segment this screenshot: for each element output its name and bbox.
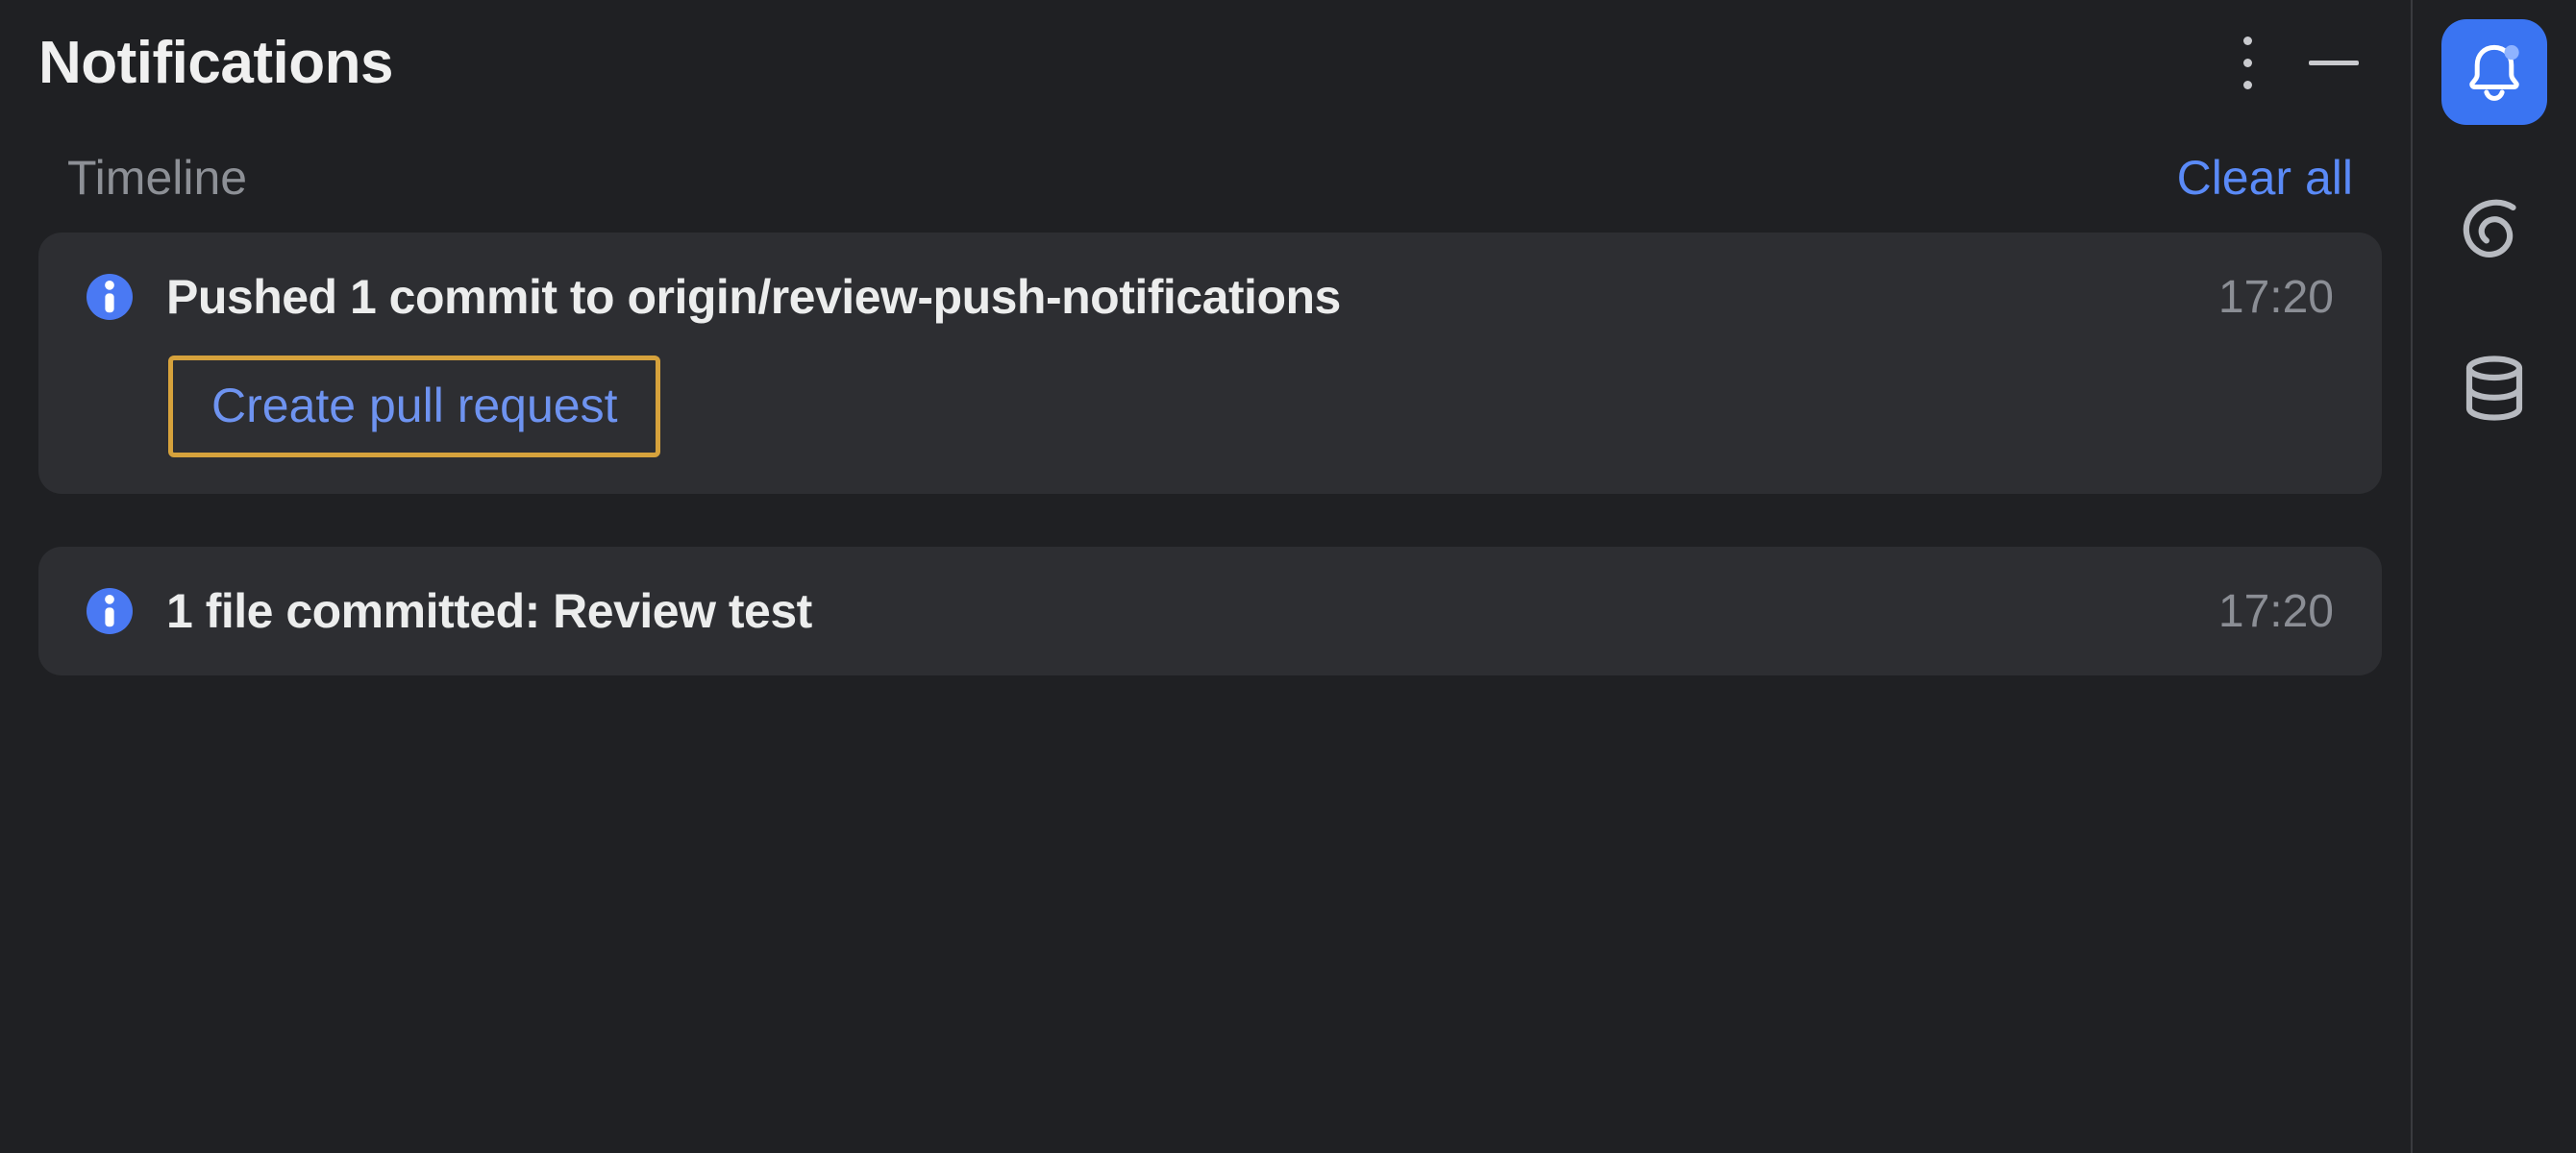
notification-row: 1 file committed: Review test 17:20 xyxy=(87,583,2334,639)
notification-title: Pushed 1 commit to origin/review-push-no… xyxy=(166,269,2185,325)
notification-action-wrap: Create pull request xyxy=(168,356,2334,457)
info-icon xyxy=(87,588,133,634)
panel-title: Notifications xyxy=(38,29,393,97)
right-sidebar xyxy=(2413,0,2576,1153)
notification-row: Pushed 1 commit to origin/review-push-no… xyxy=(87,269,2334,325)
notifications-sidebar-button[interactable] xyxy=(2441,19,2547,125)
notification-title: 1 file committed: Review test xyxy=(166,583,2185,639)
minimize-icon xyxy=(2309,61,2359,65)
info-icon xyxy=(87,274,133,320)
database-sidebar-button[interactable] xyxy=(2441,336,2547,442)
spiral-sidebar-button[interactable] xyxy=(2441,178,2547,283)
spiral-icon xyxy=(2457,193,2532,268)
notification-card[interactable]: Pushed 1 commit to origin/review-push-no… xyxy=(38,233,2382,494)
timeline-label: Timeline xyxy=(67,150,247,206)
more-options-icon xyxy=(2243,37,2252,45)
database-icon xyxy=(2457,352,2532,427)
notification-time: 17:20 xyxy=(2218,585,2334,638)
create-pull-request-button[interactable]: Create pull request xyxy=(211,379,617,432)
bell-icon xyxy=(2461,38,2528,106)
notifications-app: Notifications Timeline Clear all xyxy=(0,0,2576,1153)
panel-header: Notifications xyxy=(38,29,2382,97)
notification-card[interactable]: 1 file committed: Review test 17:20 xyxy=(38,547,2382,675)
notifications-panel: Notifications Timeline Clear all xyxy=(0,0,2413,1153)
more-options-button[interactable] xyxy=(2228,35,2266,92)
create-pull-request-highlight: Create pull request xyxy=(168,356,660,457)
clear-all-button[interactable]: Clear all xyxy=(2177,150,2353,206)
notification-time: 17:20 xyxy=(2218,271,2334,324)
minimize-button[interactable] xyxy=(2305,35,2363,92)
panel-header-actions xyxy=(2228,35,2382,92)
panel-subheader: Timeline Clear all xyxy=(38,150,2382,233)
